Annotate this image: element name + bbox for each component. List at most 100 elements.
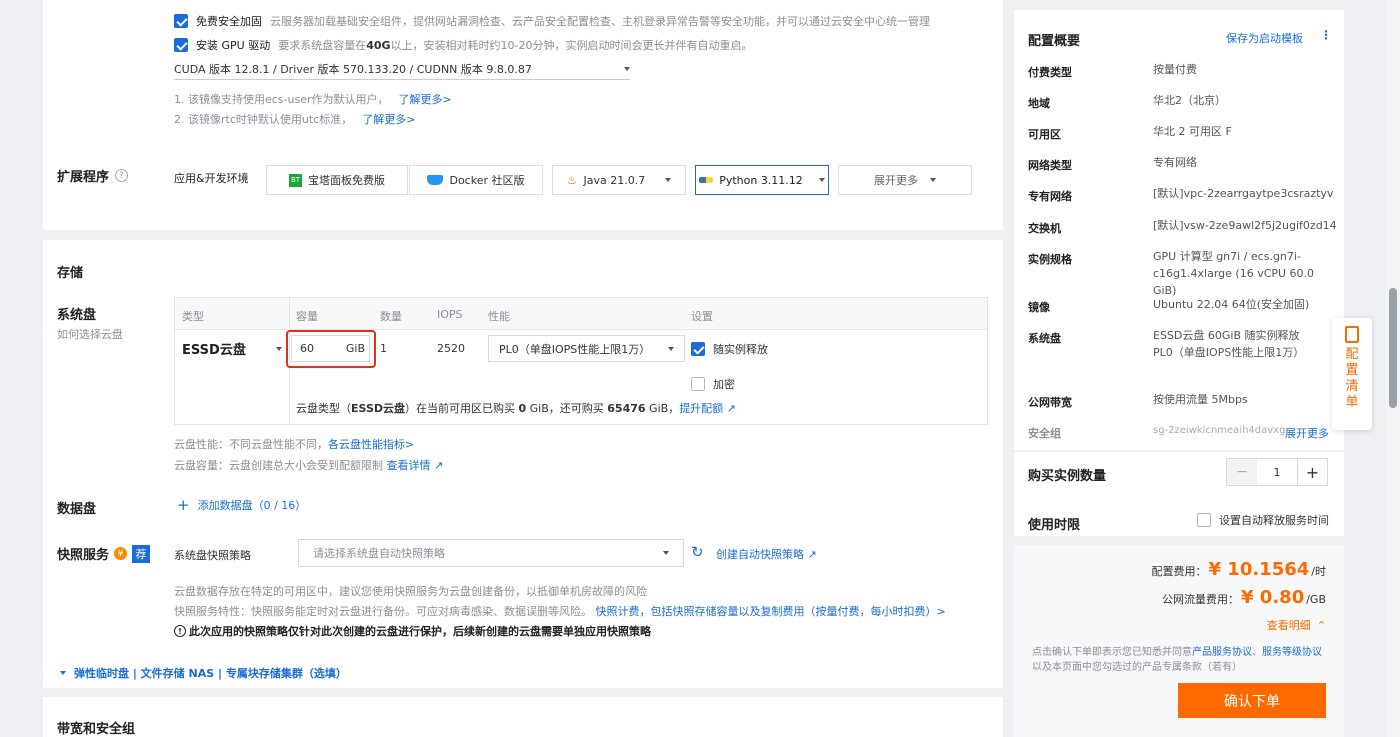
learn-more-link-1[interactable]: 了解更多> <box>399 93 452 106</box>
chevron-down-icon <box>665 178 672 182</box>
chevron-up-icon: ⌃ <box>1316 619 1326 632</box>
image-note-2: 2. 该镜像rtc时钟默认使用utc标准， 了解更多> <box>174 113 416 126</box>
snapshot-billing-link[interactable]: 快照计费，包括快照存储容量以及复制费用（按量付费，每小时扣费）> <box>596 605 946 618</box>
agreement-text: 点击确认下单即表示您已知悉并同意产品服务协议、服务等级协议以及本页面中您勾选过的… <box>1032 647 1322 673</box>
bandwidth-panel <box>43 697 1003 737</box>
summary-value-security-group: sg-2zeiwklcnmeaih4davxg <box>1153 425 1286 436</box>
cuda-version-value: CUDA 版本 12.8.1 / Driver 版本 570.133.20 / … <box>174 62 532 76</box>
capacity-value: 60 <box>300 342 314 355</box>
bandwidth-title: 带宽和安全组 <box>57 722 136 737</box>
snapshot-policy-label: 系统盘快照策略 <box>174 549 251 562</box>
gpu-driver-label: 安装 GPU 驱动 <box>196 39 271 52</box>
auto-release-checkbox[interactable] <box>1197 513 1211 527</box>
snapshot-policy-select[interactable]: 请选择系统盘自动快照策略 <box>298 539 684 567</box>
env-label: 应用&开发环境 <box>174 172 249 185</box>
col-performance: 性能 <box>488 310 510 323</box>
increment-button[interactable]: + <box>1297 459 1327 485</box>
storage-title: 存储 <box>57 266 84 281</box>
external-link-icon: ↗ <box>804 548 817 561</box>
add-data-disk-button[interactable]: + 添加数据盘（0 / 16） <box>177 496 306 514</box>
ext-java-label: Java 21.0.7 <box>583 173 646 187</box>
save-template-link[interactable]: 保存为启动模板 <box>1226 30 1303 46</box>
security-checkbox[interactable] <box>174 14 188 28</box>
scrollbar-thumb[interactable] <box>1389 288 1397 408</box>
gpu-driver-option[interactable]: 安装 GPU 驱动 要求系统盘容量在40G以上，安装相对耗时约10-20分钟，实… <box>174 37 753 53</box>
external-link-icon: ↗ <box>430 459 444 472</box>
ext-docker-label: Docker 社区版 <box>449 174 525 187</box>
docker-icon <box>427 175 444 185</box>
sla-link[interactable]: 服务等级协议 <box>1262 647 1322 658</box>
ext-java[interactable]: ♨ Java 21.0.7 <box>552 165 686 195</box>
capacity-input[interactable]: 60 GiB <box>291 335 370 362</box>
image-note-1: 1. 该镜像支持使用ecs-user作为默认用户， 了解更多> <box>174 93 452 106</box>
recommend-badge: 荐 <box>132 544 151 563</box>
ext-baota-label: 宝塔面板免费版 <box>308 174 385 187</box>
gpu-driver-desc: 要求系统盘容量在40G以上，安装相对耗时约10-20分钟，实例启动时间会更长并伴… <box>278 39 753 52</box>
disk-type-value: ESSD云盘 <box>182 343 246 358</box>
cap-link[interactable]: 查看详情 <box>387 459 431 472</box>
how-choose-link[interactable]: 如何选择云盘 <box>57 326 123 342</box>
performance-select[interactable]: PL0（单盘IOPS性能上限1万） <box>488 335 685 362</box>
ext-python-label: Python 3.11.12 <box>719 173 803 187</box>
summary-value-vswitch: [默认]vsw-2ze9awl2f5j2ugif0zd14 <box>1153 219 1337 232</box>
summary-label-zone: 可用区 <box>1028 128 1061 141</box>
iops-value: 2520 <box>437 342 465 355</box>
summary-title: 配置概要 <box>1028 34 1081 49</box>
summary-value-network-type: 专有网络 <box>1153 156 1197 169</box>
release-with-instance[interactable]: 随实例释放 <box>691 341 768 357</box>
col-type: 类型 <box>182 310 204 323</box>
cap-note: 云盘容量：云盘创建总大小会受到配额限制 查看详情 ↗ <box>174 459 444 472</box>
quantity-value[interactable]: 1 <box>1257 466 1297 479</box>
learn-more-link-2[interactable]: 了解更多> <box>362 113 415 126</box>
more-vertical-icon[interactable]: ⋮ <box>1320 28 1332 42</box>
security-desc: 云服务器加载基础安全组件，提供网站漏洞检查、云产品安全配置检查、主机登录异常告警… <box>270 15 930 28</box>
config-fee: 配置费用： ¥ 10.1564 /时 <box>1151 559 1327 580</box>
perf-note: 云盘性能：不同云盘性能不同，各云盘性能指标> <box>174 438 415 451</box>
summary-value-billing: 按量付费 <box>1153 63 1197 76</box>
cuda-version-select[interactable]: CUDA 版本 12.8.1 / Driver 版本 570.133.20 / … <box>174 58 630 80</box>
disk-type-select[interactable]: ESSD云盘 <box>182 339 282 358</box>
view-details-link[interactable]: 查看明细 ⌃ <box>1267 617 1326 633</box>
refresh-icon[interactable]: ↻ <box>691 544 704 560</box>
confirm-order-button[interactable]: 确认下单 <box>1178 683 1326 718</box>
release-checkbox[interactable] <box>691 342 705 356</box>
performance-value: PL0（单盘IOPS性能上限1万） <box>499 342 651 356</box>
ext-python[interactable]: Python 3.11.12 <box>695 165 829 195</box>
gpu-driver-checkbox[interactable] <box>174 38 188 52</box>
info-icon: ! <box>174 625 186 637</box>
encrypt-option[interactable]: 加密 <box>691 376 735 392</box>
extensions-title: 扩展程序 ? <box>57 166 129 185</box>
summary-expand-more[interactable]: 展开更多 <box>1285 425 1329 441</box>
baota-icon: BT <box>289 173 302 187</box>
perf-link[interactable]: 各云盘性能指标> <box>328 438 414 451</box>
raise-quota-link[interactable]: 提升配额 <box>679 402 723 415</box>
help-icon[interactable]: ? <box>115 169 129 182</box>
snapshot-title: 快照服务 ¥ 荐 <box>57 544 151 563</box>
quantity-stepper[interactable]: − 1 + <box>1226 458 1328 486</box>
elastic-storage-toggle[interactable]: 弹性临时盘 | 文件存储 NAS | 专属块存储集群（选填） <box>60 665 347 681</box>
plus-icon: + <box>177 496 190 514</box>
service-agreement-link[interactable]: 产品服务协议 <box>1192 647 1252 658</box>
create-snapshot-policy-link[interactable]: 创建自动快照策略 ↗ <box>716 546 817 562</box>
quantity-value: 1 <box>380 342 387 355</box>
encrypt-checkbox[interactable] <box>691 377 705 391</box>
decrement-button[interactable]: − <box>1227 459 1257 485</box>
chevron-down-icon <box>624 66 630 71</box>
data-disk-title: 数据盘 <box>57 502 97 517</box>
snapshot-policy-placeholder: 请选择系统盘自动快照策略 <box>313 547 445 560</box>
summary-value-image: Ubuntu 22.04 64位(安全加固) <box>1153 298 1310 311</box>
caret-down-icon <box>60 671 66 675</box>
ext-docker[interactable]: Docker 社区版 <box>409 165 543 195</box>
ext-expand-more[interactable]: 展开更多 <box>838 165 972 195</box>
summary-label-billing: 付费类型 <box>1028 66 1072 79</box>
traffic-fee: 公网流量费用： ¥ 0.80 /GB <box>1162 587 1326 608</box>
disk-quota-note: 云盘类型（ESSD云盘）在当前可用区已购买 0 GiB，还可购买 65476 G… <box>296 402 736 415</box>
security-option[interactable]: 免费安全加固 云服务器加载基础安全组件，提供网站漏洞检查、云产品安全配置检查、主… <box>174 13 930 29</box>
snapshot-warning: ! 此次应用的快照策略仅针对此次创建的云盘进行保护，后续新创建的云盘需要单独应用… <box>174 623 651 639</box>
config-list-float-tab[interactable]: 配置清单 <box>1332 318 1372 430</box>
auto-release-option[interactable]: 设置自动释放服务时间 <box>1197 512 1329 528</box>
summary-value-zone: 华北 2 可用区 F <box>1153 125 1232 138</box>
chevron-down-icon <box>930 178 936 182</box>
ext-baota[interactable]: BT 宝塔面板免费版 <box>266 165 408 195</box>
summary-label-system-disk: 系统盘 <box>1028 332 1061 345</box>
